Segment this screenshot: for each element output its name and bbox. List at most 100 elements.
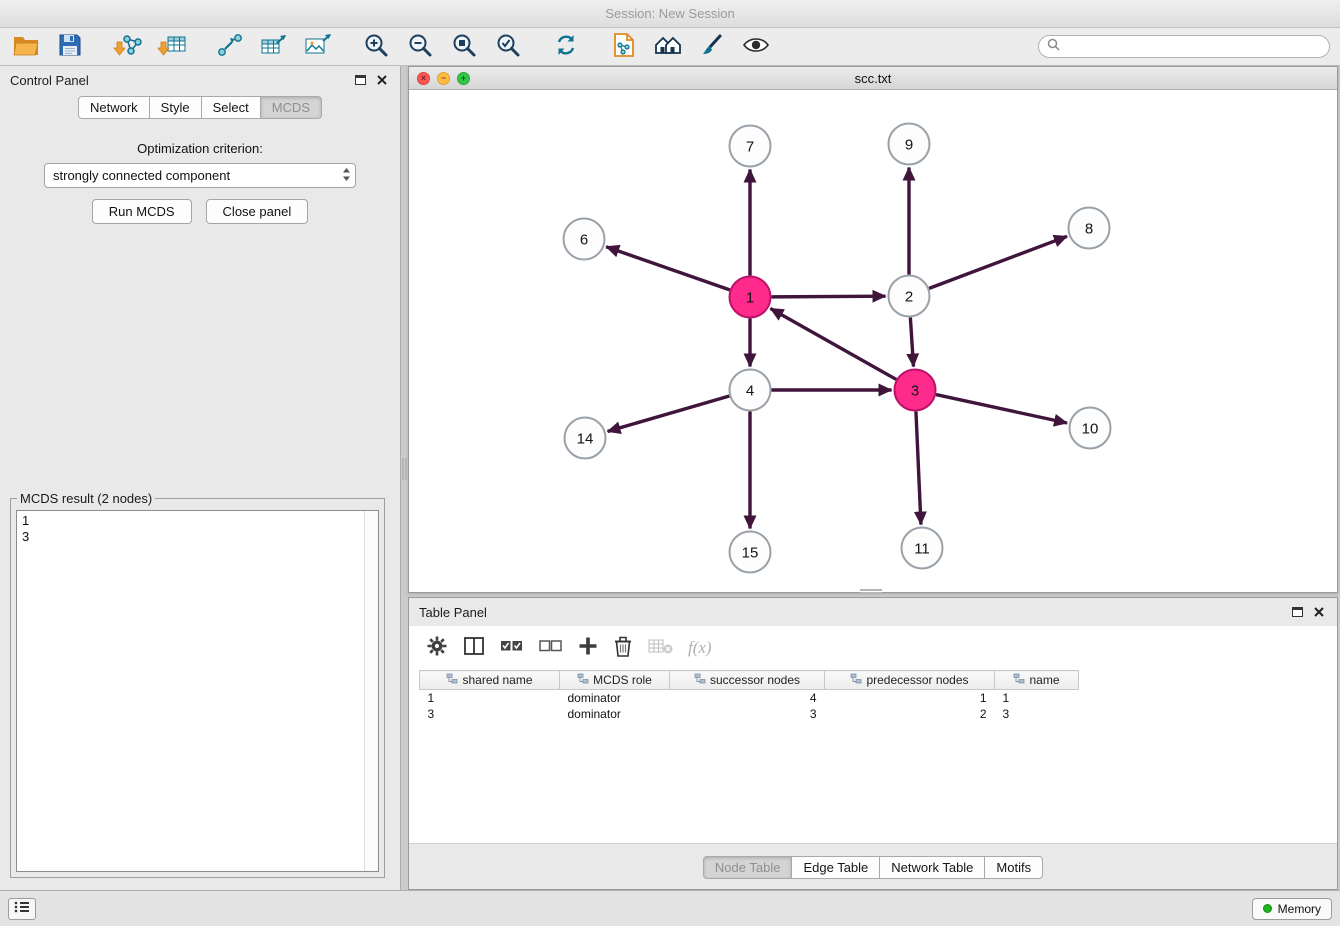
result-scrollbar[interactable] (364, 511, 378, 871)
zoom-fit-button[interactable] (448, 32, 480, 62)
edge-1-2[interactable] (771, 296, 885, 297)
table-cell[interactable]: 3 (995, 706, 1079, 722)
zoom-selected-icon (495, 32, 521, 61)
control-panel-tabs: NetworkStyleSelectMCDS (0, 96, 400, 119)
table-row[interactable]: 1dominator411 (420, 690, 1079, 706)
document-network-icon (612, 32, 636, 61)
window-titlebar[interactable]: Session: New Session (0, 0, 1340, 28)
node-label-3: 3 (911, 382, 919, 399)
search-box[interactable] (1038, 35, 1330, 58)
table-cell[interactable]: 4 (670, 690, 825, 706)
float-window-icon[interactable] (1289, 604, 1305, 620)
node-label-2: 2 (905, 288, 913, 305)
edge-2-8[interactable] (929, 236, 1067, 288)
edge-3-11[interactable] (916, 411, 921, 524)
show-details-button[interactable] (740, 32, 772, 62)
zoom-window-icon[interactable]: + (457, 72, 470, 85)
table-cell[interactable]: 1 (420, 690, 560, 706)
table-tab-network-table[interactable]: Network Table (879, 856, 985, 879)
table-cell[interactable]: 1 (825, 690, 995, 706)
edge-1-6[interactable] (606, 247, 730, 290)
search-input[interactable] (1065, 40, 1321, 54)
node-table: shared nameMCDS rolesuccessor nodesprede… (419, 670, 1079, 722)
table-cell[interactable]: dominator (560, 690, 670, 706)
close-icon[interactable] (1311, 604, 1327, 620)
memory-button[interactable]: Memory (1252, 898, 1332, 920)
deselect-all-icon[interactable] (539, 637, 563, 660)
add-column-icon[interactable] (578, 636, 598, 661)
edge-3-10[interactable] (936, 395, 1067, 423)
window-title: Session: New Session (605, 6, 734, 21)
node-label-15: 15 (742, 544, 759, 561)
trash-icon[interactable] (613, 635, 633, 662)
export-table-button[interactable] (258, 32, 290, 62)
node-label-10: 10 (1082, 420, 1099, 437)
column-type-icon (694, 673, 706, 687)
run-mcds-button[interactable]: Run MCDS (92, 199, 192, 224)
edge-3-1[interactable] (770, 309, 896, 380)
network-window-titlebar[interactable]: × − + scc.txt (409, 67, 1337, 90)
float-window-icon[interactable] (352, 72, 368, 88)
table-panel-header: Table Panel (409, 598, 1337, 626)
tab-select[interactable]: Select (201, 96, 261, 119)
node-label-8: 8 (1085, 220, 1093, 237)
select-all-icon[interactable] (500, 637, 524, 660)
save-session-button[interactable] (54, 32, 86, 62)
node-label-6: 6 (580, 231, 588, 248)
export-image-button[interactable] (302, 32, 334, 62)
tab-network[interactable]: Network (78, 96, 150, 119)
zoom-in-button[interactable] (360, 32, 392, 62)
table-tab-motifs[interactable]: Motifs (984, 856, 1043, 879)
close-panel-button[interactable]: Close panel (206, 199, 309, 224)
node-label-9: 9 (905, 136, 913, 153)
column-type-icon (850, 673, 862, 687)
columns-icon[interactable] (463, 636, 485, 661)
column-header-predecessor-nodes[interactable]: predecessor nodes (825, 671, 995, 690)
table-cell[interactable]: 3 (670, 706, 825, 722)
column-header-name[interactable]: name (995, 671, 1079, 690)
import-network-icon (113, 33, 143, 60)
network-canvas[interactable]: 7968124314101511 (409, 90, 1337, 592)
delete-column-disabled-icon (648, 637, 673, 660)
status-bar: Memory (0, 890, 1340, 926)
column-header-mcds-role[interactable]: MCDS role (560, 671, 670, 690)
control-panel-header: Control Panel (0, 66, 400, 94)
table-cell[interactable]: 2 (825, 706, 995, 722)
column-header-shared-name[interactable]: shared name (420, 671, 560, 690)
vertical-splitter-grip[interactable] (402, 458, 407, 480)
edge-2-3[interactable] (910, 317, 913, 366)
table-tab-node-table[interactable]: Node Table (703, 856, 793, 879)
paintbrush-button[interactable] (696, 32, 728, 62)
open-folder-button[interactable] (10, 32, 42, 62)
task-history-button[interactable] (8, 898, 36, 920)
mcds-result-list[interactable]: 13 (16, 510, 379, 872)
tab-style[interactable]: Style (149, 96, 202, 119)
close-window-icon[interactable]: × (417, 72, 430, 85)
network-arrows-icon (217, 33, 243, 60)
column-header-successor-nodes[interactable]: successor nodes (670, 671, 825, 690)
toolbar-group-session (10, 32, 86, 62)
double-home-button[interactable] (652, 32, 684, 62)
horizontal-splitter-grip[interactable] (860, 589, 882, 594)
mcds-buttons: Run MCDS Close panel (0, 199, 400, 224)
network-from-selection-button[interactable] (214, 32, 246, 62)
main-toolbar (0, 28, 1340, 66)
close-icon[interactable] (374, 72, 390, 88)
table-tab-edge-table[interactable]: Edge Table (791, 856, 880, 879)
optimization-select[interactable]: strongly connected component (44, 163, 356, 188)
zoom-fit-icon (451, 32, 477, 61)
edge-4-14[interactable] (608, 396, 730, 431)
zoom-out-button[interactable] (404, 32, 436, 62)
document-network-button[interactable] (608, 32, 640, 62)
table-cell[interactable]: 3 (420, 706, 560, 722)
minimize-window-icon[interactable]: − (437, 72, 450, 85)
gear-icon[interactable] (426, 635, 448, 662)
refresh-layout-button[interactable] (550, 32, 582, 62)
table-cell[interactable]: dominator (560, 706, 670, 722)
table-row[interactable]: 3dominator323 (420, 706, 1079, 722)
tab-mcds[interactable]: MCDS (260, 96, 322, 119)
table-cell[interactable]: 1 (995, 690, 1079, 706)
import-network-button[interactable] (112, 32, 144, 62)
import-table-button[interactable] (156, 32, 188, 62)
zoom-selected-button[interactable] (492, 32, 524, 62)
